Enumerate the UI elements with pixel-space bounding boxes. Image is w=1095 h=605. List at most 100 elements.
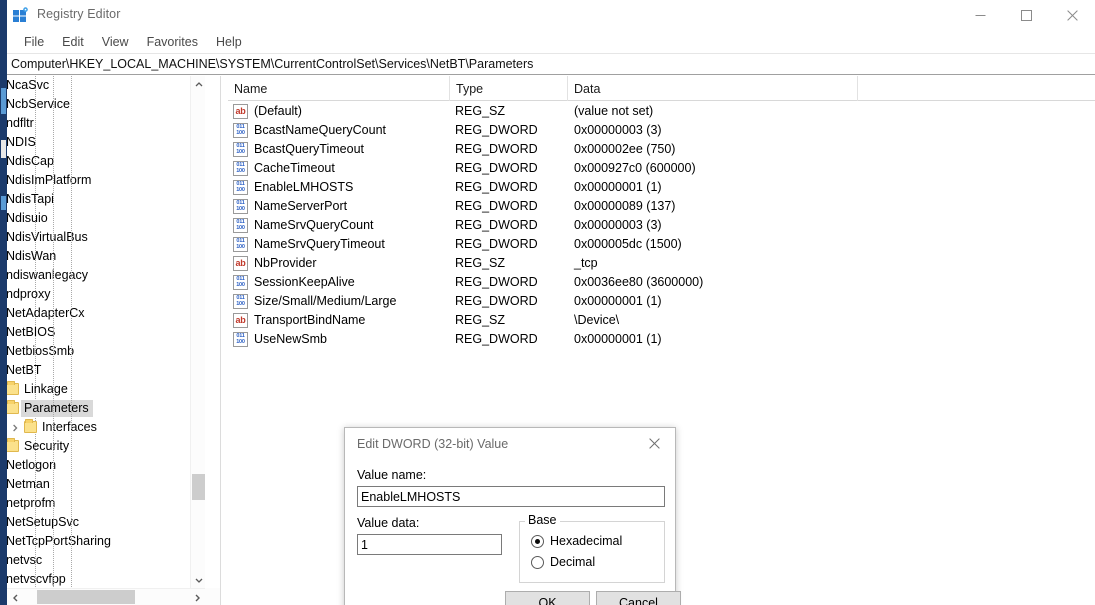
tree-item-label: Parameters (24, 401, 89, 415)
tree-item-netsetupsvc[interactable]: NetSetupSvc (7, 513, 205, 532)
value-row[interactable]: ab (Default) REG_SZ (value not set) (228, 102, 1095, 121)
value-row[interactable]: 011 100 NameSrvQueryTimeout REG_DWORD 0x0000… (228, 235, 1095, 254)
value-row[interactable]: 011 100 SessionKeepAlive REG_DWORD 0x0036ee8… (228, 273, 1095, 292)
content-area: NcaSvc NcbService ndfltr NDIS NdisCap NdisImP… (7, 76, 1095, 605)
tree-item-netvscvfpp[interactable]: netvscvfpp (7, 570, 205, 588)
folder-icon (7, 437, 21, 456)
chevron-down-icon[interactable] (191, 571, 206, 588)
tree-item-parameters[interactable]: Parameters (7, 399, 205, 418)
close-button[interactable] (1049, 0, 1095, 31)
value-data: 0x00000001 (1) (574, 332, 662, 346)
value-row[interactable]: 011 100 NameSrvQueryCount REG_DWORD 0x000000… (228, 216, 1095, 235)
tree-item-ndiscap[interactable]: NdisCap (7, 152, 205, 171)
column-header-type[interactable]: Type (450, 76, 568, 101)
tree-item-linkage[interactable]: Linkage (7, 380, 205, 399)
tree-item-netvsc[interactable]: netvsc (7, 551, 205, 570)
value-type: REG_SZ (455, 313, 506, 327)
menu-help[interactable]: Help (207, 32, 251, 52)
value-name: EnableLMHOSTS (254, 180, 354, 194)
chevron-right-icon[interactable] (7, 418, 23, 437)
registry-editor-icon (12, 7, 29, 24)
tree-item-label: ndfltr (7, 116, 34, 130)
scrollbar-corner (205, 588, 220, 605)
value-row[interactable]: 011 100 Size/Small/Medium/Large REG_DWORD 0x… (228, 292, 1095, 311)
value-row[interactable]: 011 100 BcastNameQueryCount REG_DWORD 0x0000… (228, 121, 1095, 140)
radio-decimal[interactable]: Decimal (531, 555, 595, 569)
value-name-input[interactable] (357, 486, 665, 507)
tree-item-label-wrap: Netman (7, 476, 54, 493)
menu-edit[interactable]: Edit (53, 32, 93, 52)
pane-splitter[interactable] (220, 76, 228, 605)
chevron-left-icon[interactable] (7, 589, 24, 605)
tree-item-ndisimplatform[interactable]: NdisImPlatform (7, 171, 205, 190)
value-name: NameServerPort (254, 199, 348, 213)
menu-view[interactable]: View (93, 32, 138, 52)
menu-favorites[interactable]: Favorites (138, 32, 207, 52)
tree-horizontal-scroll-thumb[interactable] (37, 590, 135, 604)
string-value-icon: ab (233, 104, 248, 119)
tree-item-netbios[interactable]: NetBIOS (7, 323, 205, 342)
value-row[interactable]: 011 100 NameServerPort REG_DWORD 0x00000089 … (228, 197, 1095, 216)
value-data: (value not set) (574, 104, 654, 118)
dword-value-icon: 011 100 (233, 161, 248, 176)
column-header-name[interactable]: Name (228, 76, 450, 101)
ok-button[interactable]: OK (505, 591, 590, 605)
folder-icon (7, 399, 21, 418)
tree-vertical-scroll-thumb[interactable] (192, 474, 205, 500)
tree-item-ncasvc[interactable]: NcaSvc (7, 76, 205, 95)
dialog-close-button[interactable] (633, 428, 675, 458)
value-data: 0x00000001 (1) (574, 294, 662, 308)
tree-item-label: netprofm (7, 496, 56, 510)
value-row[interactable]: 011 100 EnableLMHOSTS REG_DWORD 0x00000001 (… (228, 178, 1095, 197)
chevron-up-icon[interactable] (191, 76, 206, 93)
value-row[interactable]: ab TransportBindName REG_SZ \Device\ (228, 311, 1095, 330)
menu-file[interactable]: File (15, 32, 53, 52)
address-bar[interactable]: Computer\HKEY_LOCAL_MACHINE\SYSTEM\Curre… (7, 53, 1095, 75)
tree-vertical-scrollbar[interactable] (190, 76, 205, 588)
tree-item-label: Netman (7, 477, 50, 491)
tree-item-ncbservice[interactable]: NcbService (7, 95, 205, 114)
tree-item-ndfltr[interactable]: ndfltr (7, 114, 205, 133)
tree-item-security[interactable]: Security (7, 437, 205, 456)
radio-hexadecimal[interactable]: Hexadecimal (531, 534, 622, 548)
tree-item-label: ndproxy (7, 287, 51, 301)
tree-item-netadaptercx[interactable]: NetAdapterCx (7, 304, 205, 323)
tree-item-ndisvirtualbus[interactable]: NdisVirtualBus (7, 228, 205, 247)
value-row[interactable]: 011 100 CacheTimeout REG_DWORD 0x000927c0 (6… (228, 159, 1095, 178)
dialog-title-bar: Edit DWORD (32-bit) Value (345, 428, 675, 461)
value-data-input[interactable] (357, 534, 502, 555)
tree-item-netbiossmb[interactable]: NetbiosSmb (7, 342, 205, 361)
tree-item-ndisuio[interactable]: Ndisuio (7, 209, 205, 228)
tree-item-netprofm[interactable]: netprofm (7, 494, 205, 513)
tree-item-netbt[interactable]: NetBT (7, 361, 205, 380)
value-row[interactable]: 011 100 BcastQueryTimeout REG_DWORD 0x000002… (228, 140, 1095, 159)
tree-item-netman[interactable]: Netman (7, 475, 205, 494)
tree-horizontal-scrollbar[interactable] (7, 588, 205, 605)
tree-item-ndproxy[interactable]: ndproxy (7, 285, 205, 304)
tree-item-netlogon[interactable]: Netlogon (7, 456, 205, 475)
tree-item-label-wrap: ndproxy (7, 286, 54, 303)
tree-item-ndiswanlegacy[interactable]: ndiswanlegacy (7, 266, 205, 285)
value-type: REG_DWORD (455, 218, 538, 232)
tree-item-interfaces[interactable]: Interfaces (7, 418, 205, 437)
tree-item-ndiswan[interactable]: NdisWan (7, 247, 205, 266)
chevron-right-icon[interactable] (188, 589, 205, 605)
value-name-label: Value name: (357, 468, 427, 482)
tree-item-ndis[interactable]: NDIS (7, 133, 205, 152)
tree-item-label: NetbiosSmb (7, 344, 75, 358)
tree-item-label: NetSetupSvc (7, 515, 79, 529)
maximize-button[interactable] (1003, 0, 1049, 31)
cancel-button[interactable]: Cancel (596, 591, 681, 605)
value-data: 0x00000003 (3) (574, 123, 662, 137)
tree-item-nettcpportsharing[interactable]: NetTcpPortSharing (7, 532, 205, 551)
value-row[interactable]: 011 100 UseNewSmb REG_DWORD 0x00000001 (1) (228, 330, 1095, 349)
tree-item-ndistapi[interactable]: NdisTapi (7, 190, 205, 209)
tree-item-label: NetAdapterCx (7, 306, 85, 320)
value-data: 0x00000089 (137) (574, 199, 676, 213)
minimize-button[interactable] (957, 0, 1003, 31)
tree-item-label-wrap: netvsc (7, 552, 46, 569)
value-row[interactable]: ab NbProvider REG_SZ _tcp (228, 254, 1095, 273)
column-header-data[interactable]: Data (568, 76, 858, 101)
value-data-label: Value data: (357, 516, 420, 530)
edit-dword-dialog: Edit DWORD (32-bit) Value Value name: Va… (344, 427, 681, 605)
